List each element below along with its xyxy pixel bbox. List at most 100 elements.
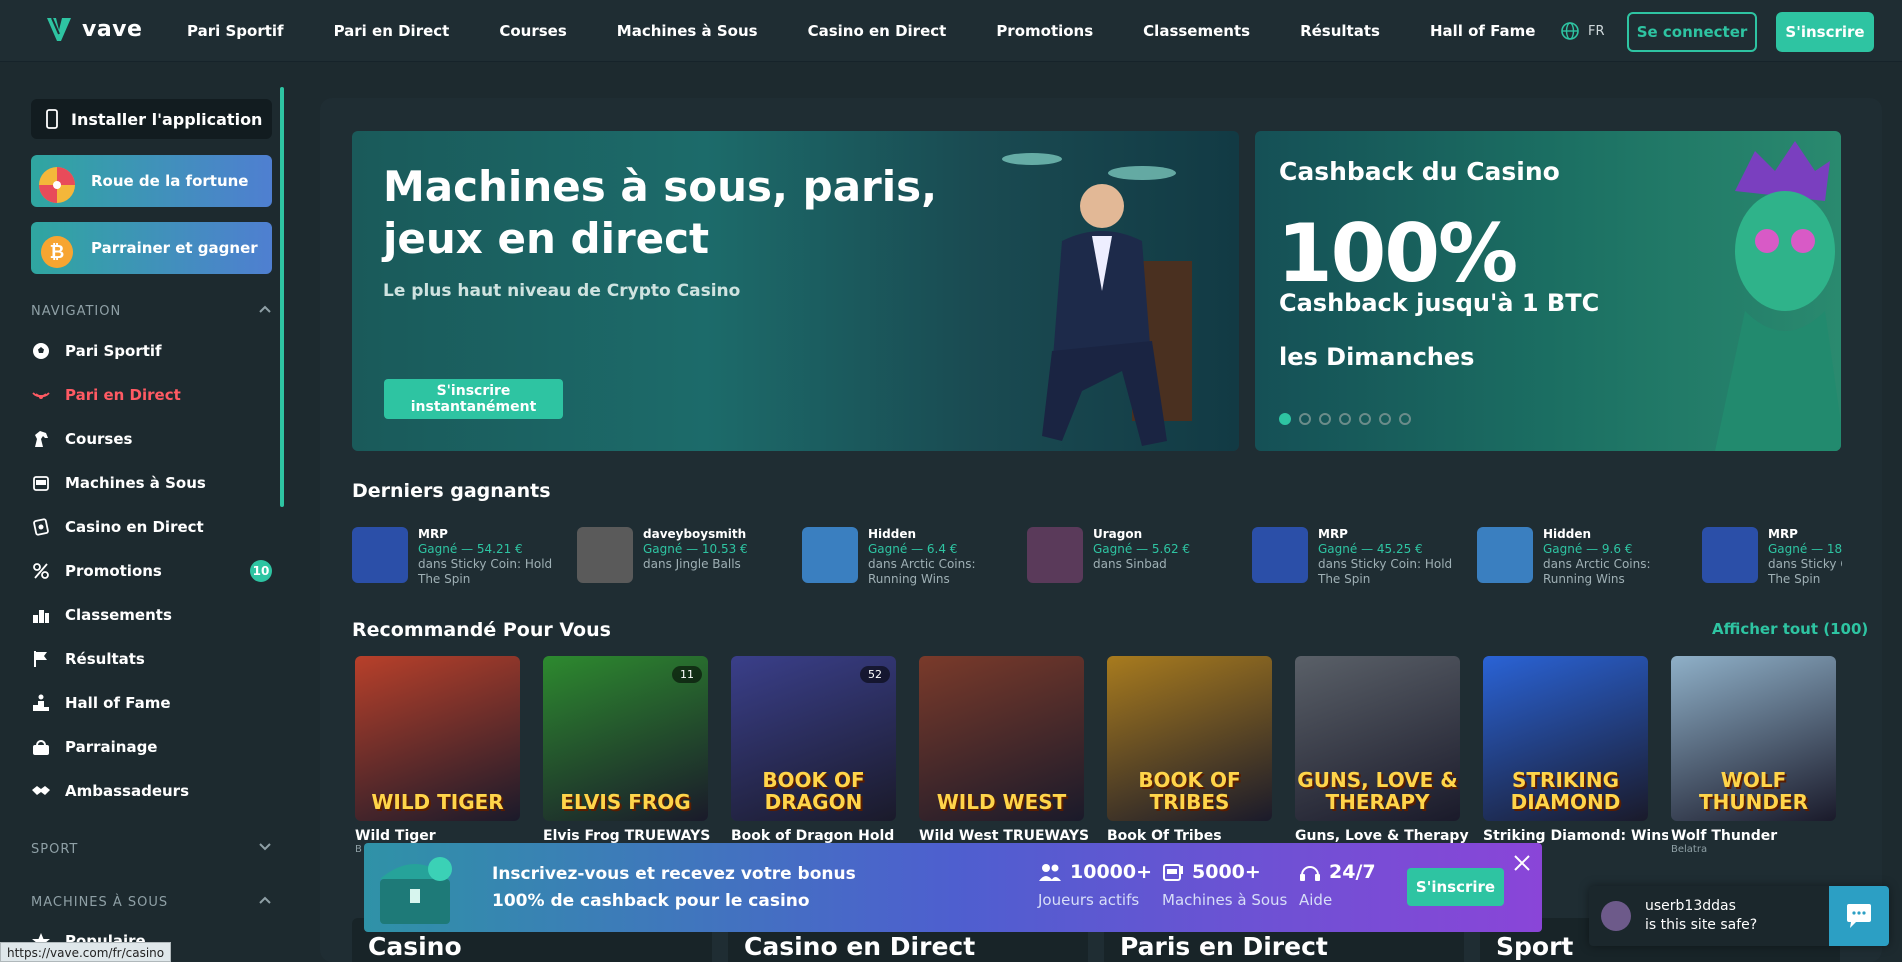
carousel-dot[interactable] (1379, 413, 1391, 425)
game-card[interactable]: WOLF THUNDER Wolf Thunder Belatra (1668, 656, 1856, 866)
winner-amount: Gagné — 10.53 € (643, 542, 748, 556)
winner-game: dans Sticky Coin: Hold The Spin (1318, 557, 1453, 586)
refer-and-earn-card[interactable]: ₿ Parrainer et gagner (31, 222, 272, 274)
carousel-dot[interactable] (1279, 413, 1291, 425)
sidebar-item-courses[interactable]: Courses (31, 424, 272, 454)
sidebar-item-parrainage[interactable]: Parrainage (31, 732, 272, 762)
nav-hall-of-fame[interactable]: Hall of Fame (1430, 22, 1536, 40)
nav-classements[interactable]: Classements (1143, 22, 1250, 40)
stat-value: 5000+ (1192, 861, 1261, 883)
game-art-title: STRIKING DIAMOND (1510, 768, 1621, 814)
carousel-dot[interactable] (1359, 413, 1371, 425)
game-card[interactable]: WILD TIGER Wild Tiger B (352, 656, 540, 866)
sidebar-item-pari-sportif[interactable]: Pari Sportif (31, 336, 272, 366)
sidebar-item-pari-en-direct[interactable]: Pari en Direct (31, 380, 272, 410)
game-thumbnail[interactable]: BOOK OF TRIBES (1107, 656, 1272, 821)
carousel-dot[interactable] (1399, 413, 1411, 425)
game-name: Book of Dragon Hold (731, 828, 895, 844)
nav-pari-sportif[interactable]: Pari Sportif (187, 22, 284, 40)
statue-illustration (1715, 141, 1841, 451)
game-name: Wild West TRUEWAYS (919, 828, 1090, 844)
game-card[interactable]: WILD WEST Wild West TRUEWAYS (916, 656, 1104, 866)
game-thumbnail[interactable]: STRIKING DIAMOND (1483, 656, 1648, 821)
close-icon[interactable] (1512, 853, 1532, 873)
game-card[interactable]: GUNS, LOVE & THERAPY Guns, Love & Therapy (1292, 656, 1480, 866)
winner-text: daveyboysmith Gagné — 10.53 € dans Jingle … (643, 527, 783, 587)
sidebar-item-machines-a-sous[interactable]: Machines à Sous (31, 468, 272, 498)
nav-machines-a-sous[interactable]: Machines à Sous (617, 22, 758, 40)
stat-value: 24/7 (1329, 861, 1376, 883)
winner-amount: Gagné — 18.1 (1768, 542, 1842, 556)
game-name: Guns, Love & Therapy (1295, 828, 1469, 844)
language-selector[interactable]: FR (1560, 21, 1605, 41)
banner-signup-button[interactable]: S'inscrire (1407, 868, 1504, 906)
sidebar-item-hall-of-fame[interactable]: Hall of Fame (31, 688, 272, 718)
winner-item[interactable]: daveyboysmith Gagné — 10.53 € dans Jingle … (577, 527, 802, 587)
sidebar-item-resultats[interactable]: Résultats (31, 644, 272, 674)
signup-button[interactable]: S'inscrire (1776, 12, 1874, 52)
game-card[interactable]: BOOK OF TRIBES Book Of Tribes (1104, 656, 1292, 866)
game-thumbnail[interactable]: 52 BOOK OF DRAGON (731, 656, 896, 821)
nav-pari-en-direct[interactable]: Pari en Direct (334, 22, 450, 40)
sidebar-item-label: Ambassadeurs (65, 782, 189, 800)
game-card[interactable]: 11 ELVIS FROG Elvis Frog TRUEWAYS (540, 656, 728, 866)
wheel-of-fortune-card[interactable]: Roue de la fortune (31, 155, 272, 207)
navigation-section-header[interactable]: NAVIGATION (31, 304, 272, 319)
sidebar-item-promotions[interactable]: Promotions 10 (31, 556, 272, 586)
stat-label: Aide (1299, 891, 1333, 909)
logo-text: vave (82, 16, 143, 42)
winner-item[interactable]: Hidden Gagné — 6.4 € dans Arctic Coins: Ru… (802, 527, 1027, 587)
hero-signup-button[interactable]: S'inscrire instantanément (384, 379, 563, 419)
game-card[interactable]: STRIKING DIAMOND Striking Diamond: Wins (1480, 656, 1668, 866)
show-all-link[interactable]: Afficher tout (100) (1712, 620, 1868, 638)
handshake-icon (32, 786, 50, 795)
navigation-section-title: NAVIGATION (31, 304, 122, 319)
chat-widget[interactable]: userb13ddas is this site safe? (1589, 886, 1889, 946)
chevron-up-icon (259, 305, 271, 313)
winner-user: daveyboysmith (643, 527, 747, 541)
game-thumbnail[interactable]: 11 ELVIS FROG (543, 656, 708, 821)
nav-courses[interactable]: Courses (499, 22, 566, 40)
vave-logo-icon (47, 17, 71, 41)
hero-banner[interactable]: Machines à sous, paris, jeux en direct L… (352, 131, 1239, 451)
winner-game-thumbnail (1252, 527, 1308, 583)
install-app-label: Installer l'application (71, 109, 263, 129)
sport-section-header[interactable]: SPORT (31, 842, 272, 857)
top-bar: vave Pari Sportif Pari en Direct Courses… (0, 0, 1902, 62)
sidebar-item-casino-en-direct[interactable]: Casino en Direct (31, 512, 272, 542)
carousel-dot[interactable] (1339, 413, 1351, 425)
soccer-ball-icon (33, 343, 49, 359)
sidebar-item-classements[interactable]: Classements (31, 600, 272, 630)
game-thumbnail[interactable]: WILD TIGER (355, 656, 520, 821)
nav-casino-en-direct[interactable]: Casino en Direct (808, 22, 947, 40)
winner-item[interactable]: Uragon Gagné — 5.62 € dans Sinbad (1027, 527, 1252, 587)
slot-machine-icon (1163, 864, 1183, 881)
winner-item[interactable]: MRPGagné — 18.1dans Sticky Coin: Hold Th… (1702, 527, 1842, 587)
winner-user: Uragon (1093, 527, 1143, 541)
stat-label: Machines à Sous (1162, 891, 1288, 909)
chat-user: userb13ddas (1645, 898, 1736, 914)
carousel-dot[interactable] (1299, 413, 1311, 425)
game-name: Elvis Frog TRUEWAYS (543, 828, 711, 844)
winner-item[interactable]: Hidden Gagné — 9.6 € dans Arctic Coins: Ru… (1477, 527, 1702, 587)
sidebar-item-ambassadeurs[interactable]: Ambassadeurs (31, 776, 272, 806)
game-thumbnail[interactable]: GUNS, LOVE & THERAPY (1295, 656, 1460, 821)
install-app-button[interactable]: Installer l'application (31, 99, 272, 139)
chat-open-button[interactable] (1829, 886, 1889, 946)
game-thumbnail[interactable]: WOLF THUNDER (1671, 656, 1836, 821)
sport-section-title: SPORT (31, 842, 79, 857)
game-thumbnail[interactable]: WILD WEST (919, 656, 1084, 821)
sidebar-scrollbar[interactable] (280, 87, 284, 507)
logo[interactable]: vave (44, 14, 142, 44)
winner-item[interactable]: MRP Gagné — 45.25 € dans Sticky Coin: Hold… (1252, 527, 1477, 587)
login-button[interactable]: Se connecter (1627, 12, 1757, 52)
game-art-title: BOOK OF DRAGON (762, 768, 865, 814)
winner-item[interactable]: MRP Gagné — 54.21 € dans Sticky Coin: Hold… (352, 527, 577, 587)
game-card[interactable]: 52 BOOK OF DRAGON Book of Dragon Hold (728, 656, 916, 866)
flag-icon (34, 651, 47, 667)
carousel-dot[interactable] (1319, 413, 1331, 425)
nav-resultats[interactable]: Résultats (1300, 22, 1380, 40)
slots-section-header[interactable]: MACHINES À SOUS (31, 895, 272, 910)
cashback-banner[interactable]: Cashback du Casino 100% Cashback jusqu'à… (1255, 131, 1841, 451)
nav-promotions[interactable]: Promotions (996, 22, 1093, 40)
